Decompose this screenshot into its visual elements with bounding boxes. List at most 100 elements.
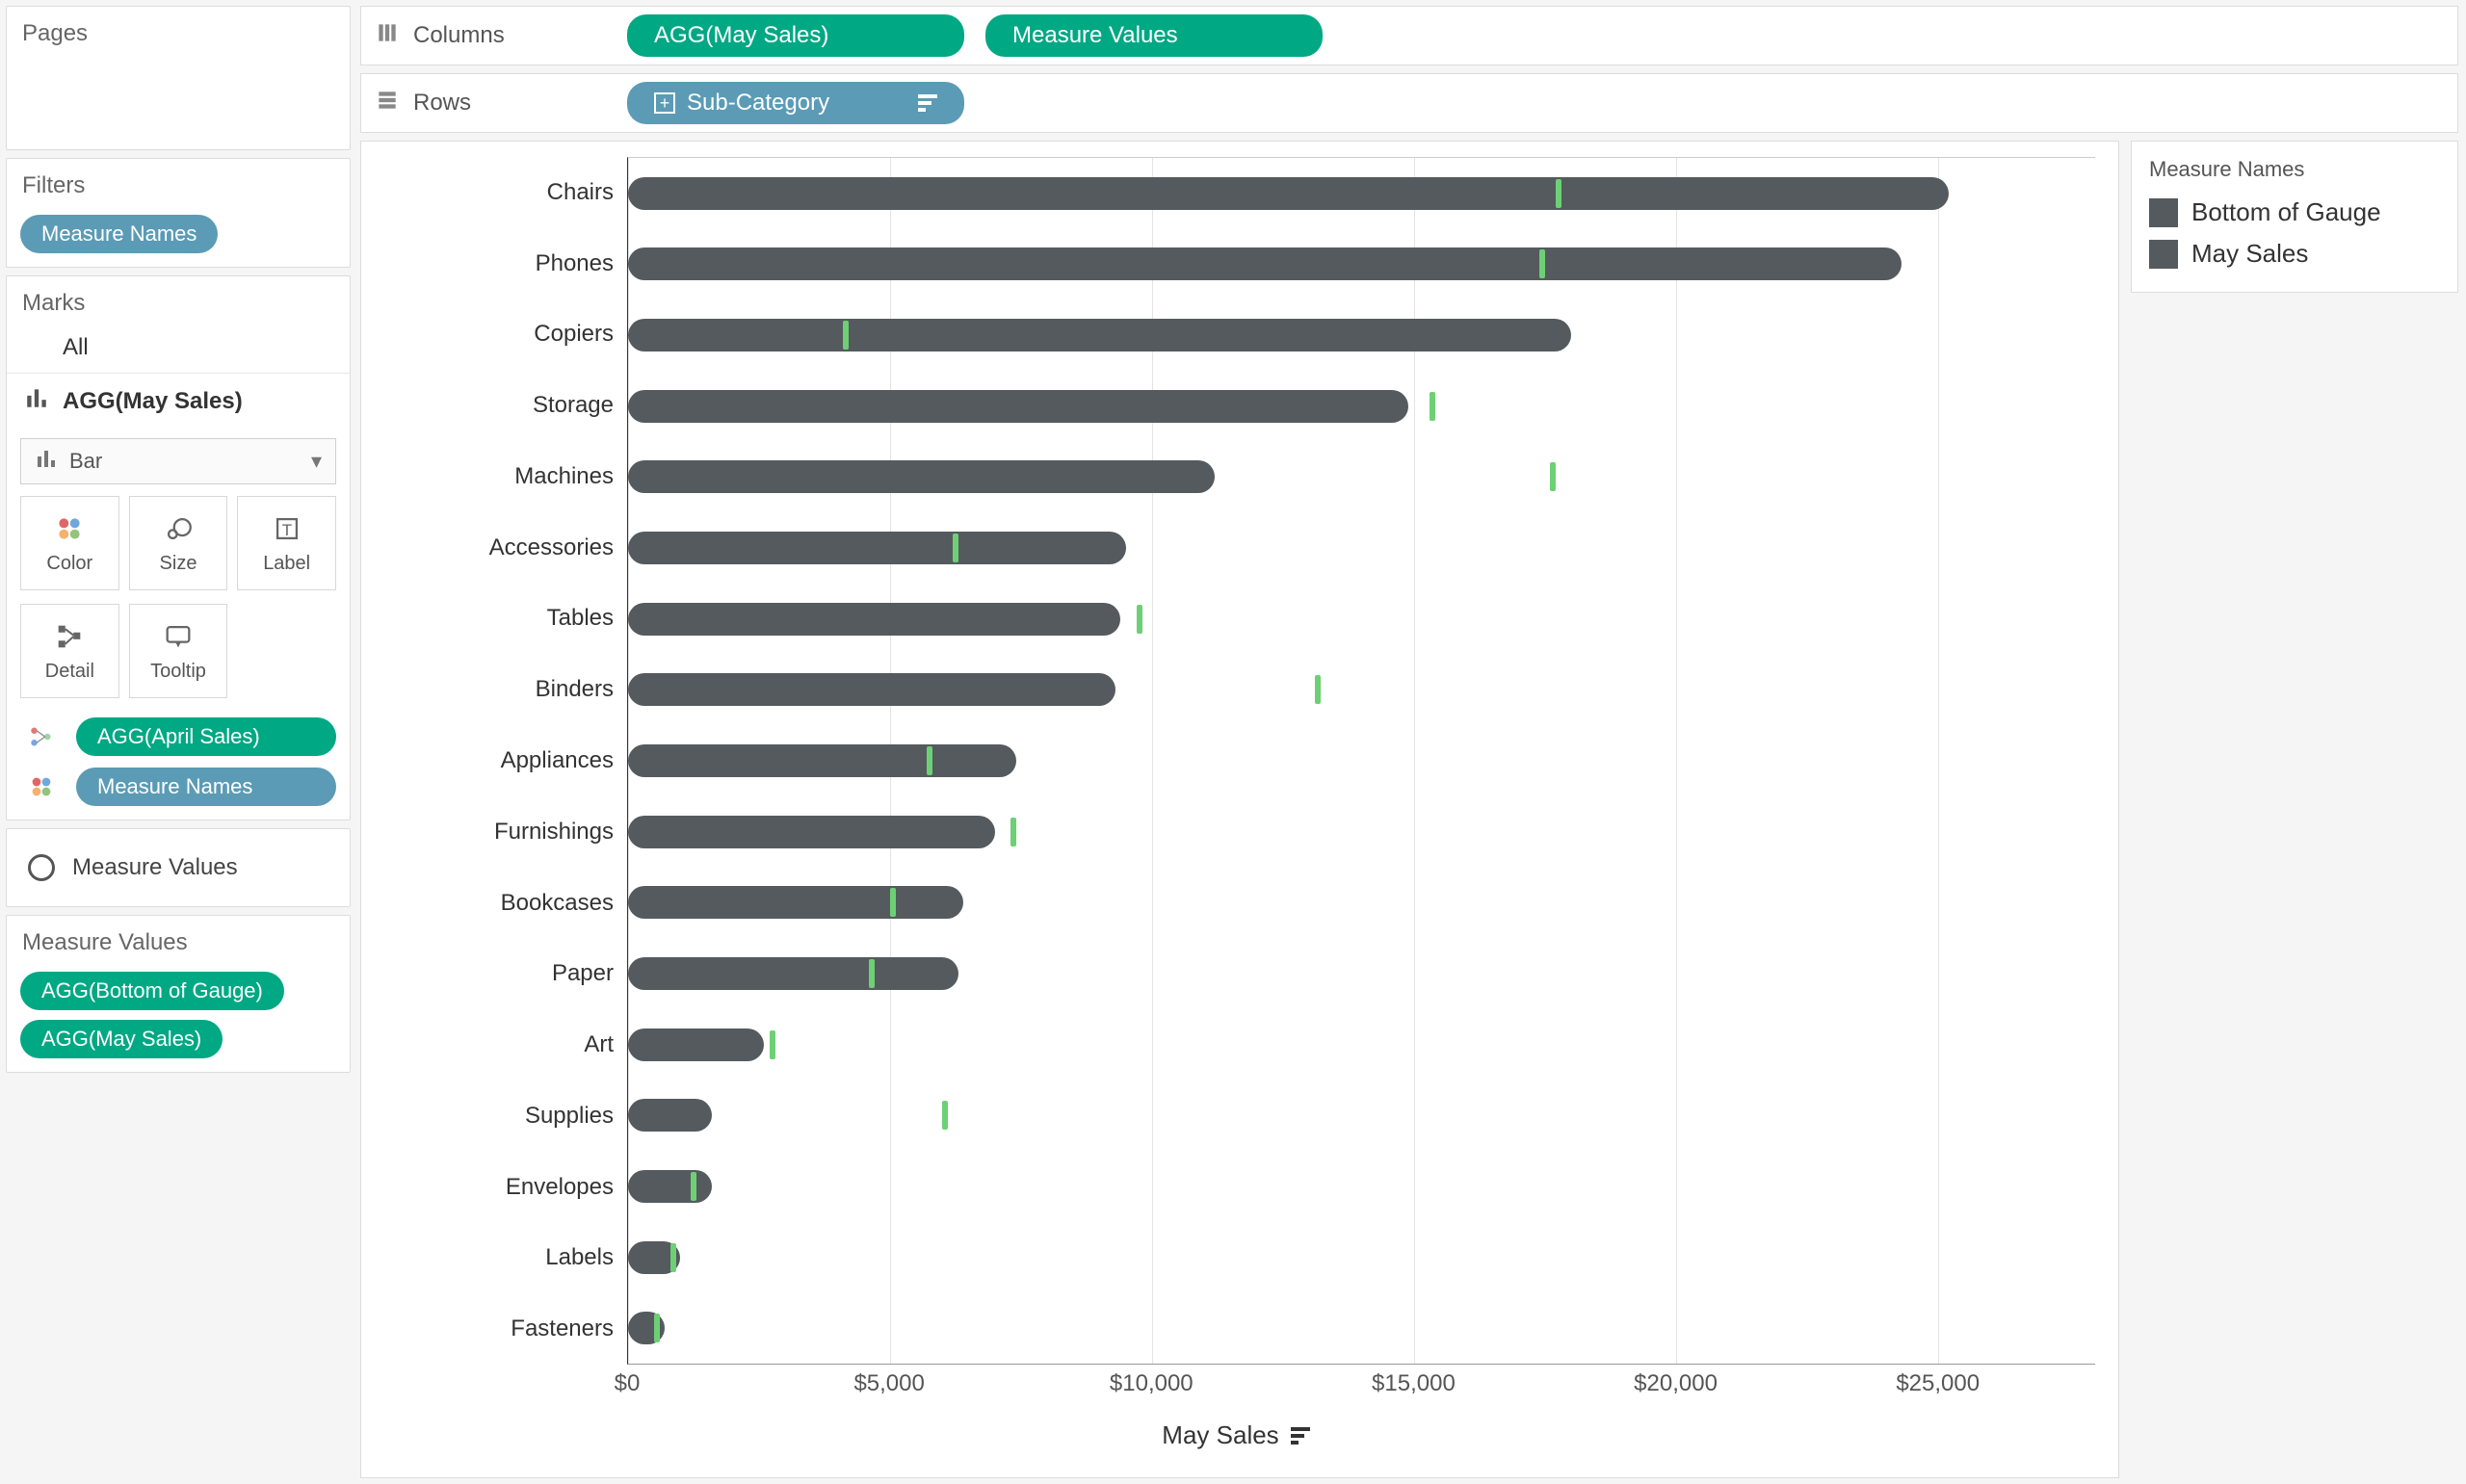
rows-shelf[interactable]: Rows + Sub-Category: [360, 73, 2458, 133]
bar-may-sales[interactable]: [628, 319, 1571, 351]
category-label[interactable]: Art: [377, 1009, 627, 1080]
category-label[interactable]: Phones: [377, 228, 627, 299]
reference-tick-april-sales[interactable]: [670, 1243, 676, 1272]
sort-desc-icon: [918, 94, 937, 112]
plot-area[interactable]: [627, 157, 2095, 1365]
bar-may-sales[interactable]: [628, 1099, 712, 1132]
category-label[interactable]: Binders: [377, 654, 627, 725]
measure-values-card[interactable]: Measure Values AGG(Bottom of Gauge) AGG(…: [6, 915, 351, 1073]
legend-item-bottom-of-gauge[interactable]: Bottom of Gauge: [2147, 192, 2442, 233]
reference-tick-april-sales[interactable]: [1315, 675, 1321, 704]
bar-row: [628, 512, 2095, 584]
category-label[interactable]: Paper: [377, 938, 627, 1009]
reference-tick-april-sales[interactable]: [1430, 392, 1435, 421]
marks-layer-list: All AGG(May Sales): [7, 323, 350, 429]
reference-tick-april-sales[interactable]: [654, 1314, 660, 1342]
category-label[interactable]: Storage: [377, 370, 627, 441]
category-label[interactable]: Copiers: [377, 299, 627, 371]
measure-values-title: Measure Values: [7, 916, 350, 962]
mark-card-tooltip[interactable]: Tooltip: [129, 604, 228, 698]
legend-item-may-sales[interactable]: May Sales: [2147, 233, 2442, 274]
bar-row: [628, 584, 2095, 655]
columns-shelf[interactable]: Columns AGG(May Sales) Measure Values: [360, 6, 2458, 65]
category-label[interactable]: Supplies: [377, 1080, 627, 1152]
filters-card[interactable]: Filters Measure Names: [6, 158, 351, 268]
col-pill-may-sales[interactable]: AGG(May Sales): [627, 14, 964, 57]
bar-row: [628, 796, 2095, 868]
bar-may-sales[interactable]: [628, 1028, 764, 1061]
bar-row: [628, 725, 2095, 796]
reference-tick-april-sales[interactable]: [770, 1030, 775, 1059]
category-label[interactable]: Envelopes: [377, 1152, 627, 1223]
reference-tick-april-sales[interactable]: [927, 746, 932, 775]
pages-card[interactable]: Pages: [6, 6, 351, 150]
bar-may-sales[interactable]: [628, 177, 1949, 210]
reference-tick-april-sales[interactable]: [942, 1101, 948, 1130]
reference-tick-april-sales[interactable]: [843, 321, 849, 350]
circle-icon: [28, 854, 55, 881]
reference-tick-april-sales[interactable]: [869, 959, 875, 988]
columns-icon: [375, 20, 400, 52]
mv-pill-bottom-of-gauge[interactable]: AGG(Bottom of Gauge): [20, 972, 284, 1010]
category-label[interactable]: Appliances: [377, 725, 627, 796]
reference-tick-april-sales[interactable]: [953, 534, 958, 562]
mark-type-dropdown[interactable]: Bar ▾: [20, 438, 336, 484]
bar-may-sales[interactable]: [628, 744, 1016, 777]
mark-card-size[interactable]: Size: [129, 496, 228, 590]
bar-may-sales[interactable]: [628, 673, 1115, 706]
bar-may-sales[interactable]: [628, 886, 963, 919]
bar-may-sales[interactable]: [628, 532, 1126, 564]
filters-title: Filters: [7, 159, 350, 205]
reference-tick-april-sales[interactable]: [1137, 605, 1142, 634]
bar-row: [628, 1222, 2095, 1293]
category-label[interactable]: Fasteners: [377, 1293, 627, 1365]
category-label[interactable]: Furnishings: [377, 796, 627, 868]
marks-layer-all[interactable]: All: [7, 323, 350, 374]
mark-property-cards: Color Size T Label: [7, 496, 350, 594]
bar-row: [628, 1080, 2095, 1151]
legend-title: Measure Names: [2147, 151, 2442, 192]
mark-property-cards-2: Detail Tooltip: [7, 594, 350, 712]
reference-tick-april-sales[interactable]: [890, 888, 896, 917]
category-label[interactable]: Accessories: [377, 512, 627, 584]
category-label[interactable]: Labels: [377, 1222, 627, 1293]
category-label[interactable]: Chairs: [377, 157, 627, 228]
category-label[interactable]: Bookcases: [377, 868, 627, 939]
col-pill-measure-values[interactable]: Measure Values: [985, 14, 1323, 57]
bar-may-sales[interactable]: [628, 460, 1215, 493]
category-label[interactable]: Tables: [377, 584, 627, 655]
chart-panel: ChairsPhonesCopiersStorageMachinesAccess…: [360, 141, 2119, 1478]
marks-layer-may-sales[interactable]: AGG(May Sales): [7, 374, 350, 429]
filter-pill-measure-names[interactable]: Measure Names: [20, 215, 218, 253]
bar-may-sales[interactable]: [628, 816, 995, 848]
bar-row: [628, 1292, 2095, 1364]
legend-card[interactable]: Measure Names Bottom of Gauge May Sales: [2131, 141, 2458, 293]
bar-may-sales[interactable]: [628, 390, 1408, 423]
legend-swatch: [2149, 240, 2178, 269]
mark-drop-measure-names[interactable]: Measure Names: [7, 762, 350, 820]
bar-may-sales[interactable]: [628, 957, 958, 990]
svg-text:T: T: [281, 521, 291, 539]
mv-pill-may-sales[interactable]: AGG(May Sales): [20, 1020, 223, 1058]
x-tick-label: $0: [615, 1370, 641, 1397]
bar-may-sales[interactable]: [628, 247, 1902, 280]
x-axis-title[interactable]: May Sales: [377, 1420, 2095, 1450]
bar-row: [628, 938, 2095, 1009]
category-label[interactable]: Machines: [377, 441, 627, 512]
bar-row: [628, 299, 2095, 371]
mark-drop-april-sales[interactable]: AGG(April Sales): [7, 712, 350, 762]
bar-may-sales[interactable]: [628, 1170, 712, 1203]
mark-card-label[interactable]: T Label: [237, 496, 336, 590]
row-pill-subcategory[interactable]: + Sub-Category: [627, 82, 964, 124]
main-area: Columns AGG(May Sales) Measure Values Ro…: [356, 0, 2466, 1484]
reference-tick-april-sales[interactable]: [1550, 462, 1556, 491]
reference-tick-april-sales[interactable]: [691, 1172, 696, 1201]
measure-values-layer-card[interactable]: Measure Values: [6, 828, 351, 907]
bar-may-sales[interactable]: [628, 603, 1120, 636]
x-tick-label: $15,000: [1372, 1370, 1456, 1397]
reference-tick-april-sales[interactable]: [1556, 179, 1561, 208]
mark-card-detail[interactable]: Detail: [20, 604, 119, 698]
reference-tick-april-sales[interactable]: [1010, 818, 1016, 846]
reference-tick-april-sales[interactable]: [1539, 249, 1545, 278]
mark-card-color[interactable]: Color: [20, 496, 119, 590]
